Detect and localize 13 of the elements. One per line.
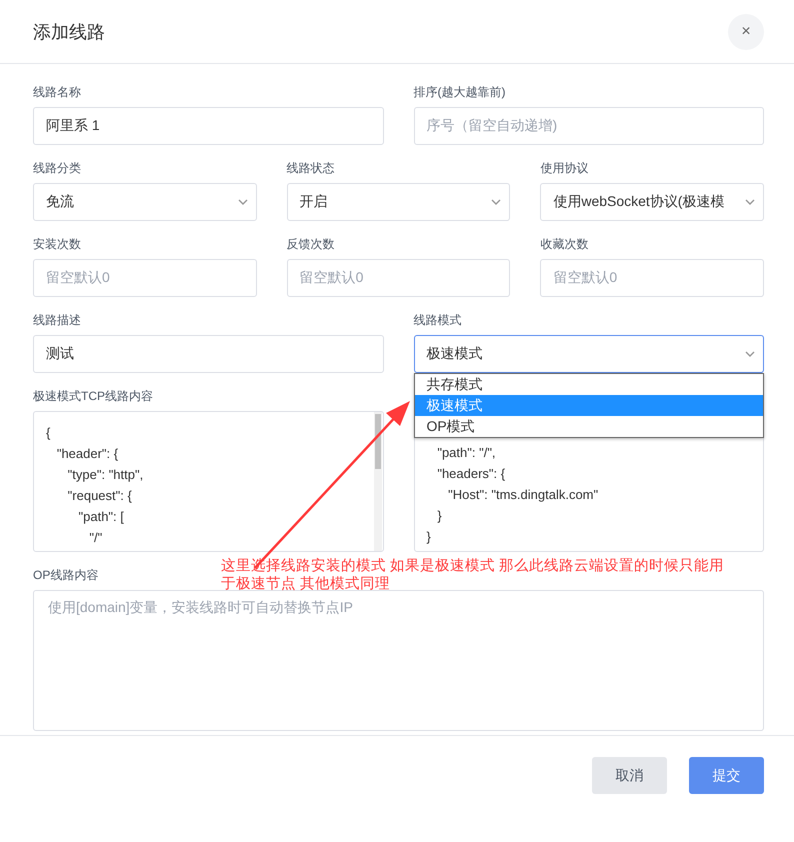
field-label: 使用协议 — [540, 160, 588, 177]
field-label: 安装次数 — [33, 236, 81, 253]
field-label: OP线路内容 — [33, 567, 98, 584]
field-label: 排序(越大越靠前) — [414, 84, 506, 101]
field-label: 线路模式 — [414, 312, 462, 329]
field-label: 极速模式TCP线路内容 — [33, 388, 153, 405]
field-label: 收藏次数 — [540, 236, 588, 253]
field-label: 线路描述 — [33, 312, 81, 329]
dialog-title: 添加线路 — [33, 20, 105, 44]
field-label: 反馈次数 — [286, 236, 335, 253]
field-label: 线路分类 — [33, 160, 81, 177]
field-label: 线路状态 — [286, 160, 335, 177]
field-label: 线路名称 — [33, 84, 81, 101]
